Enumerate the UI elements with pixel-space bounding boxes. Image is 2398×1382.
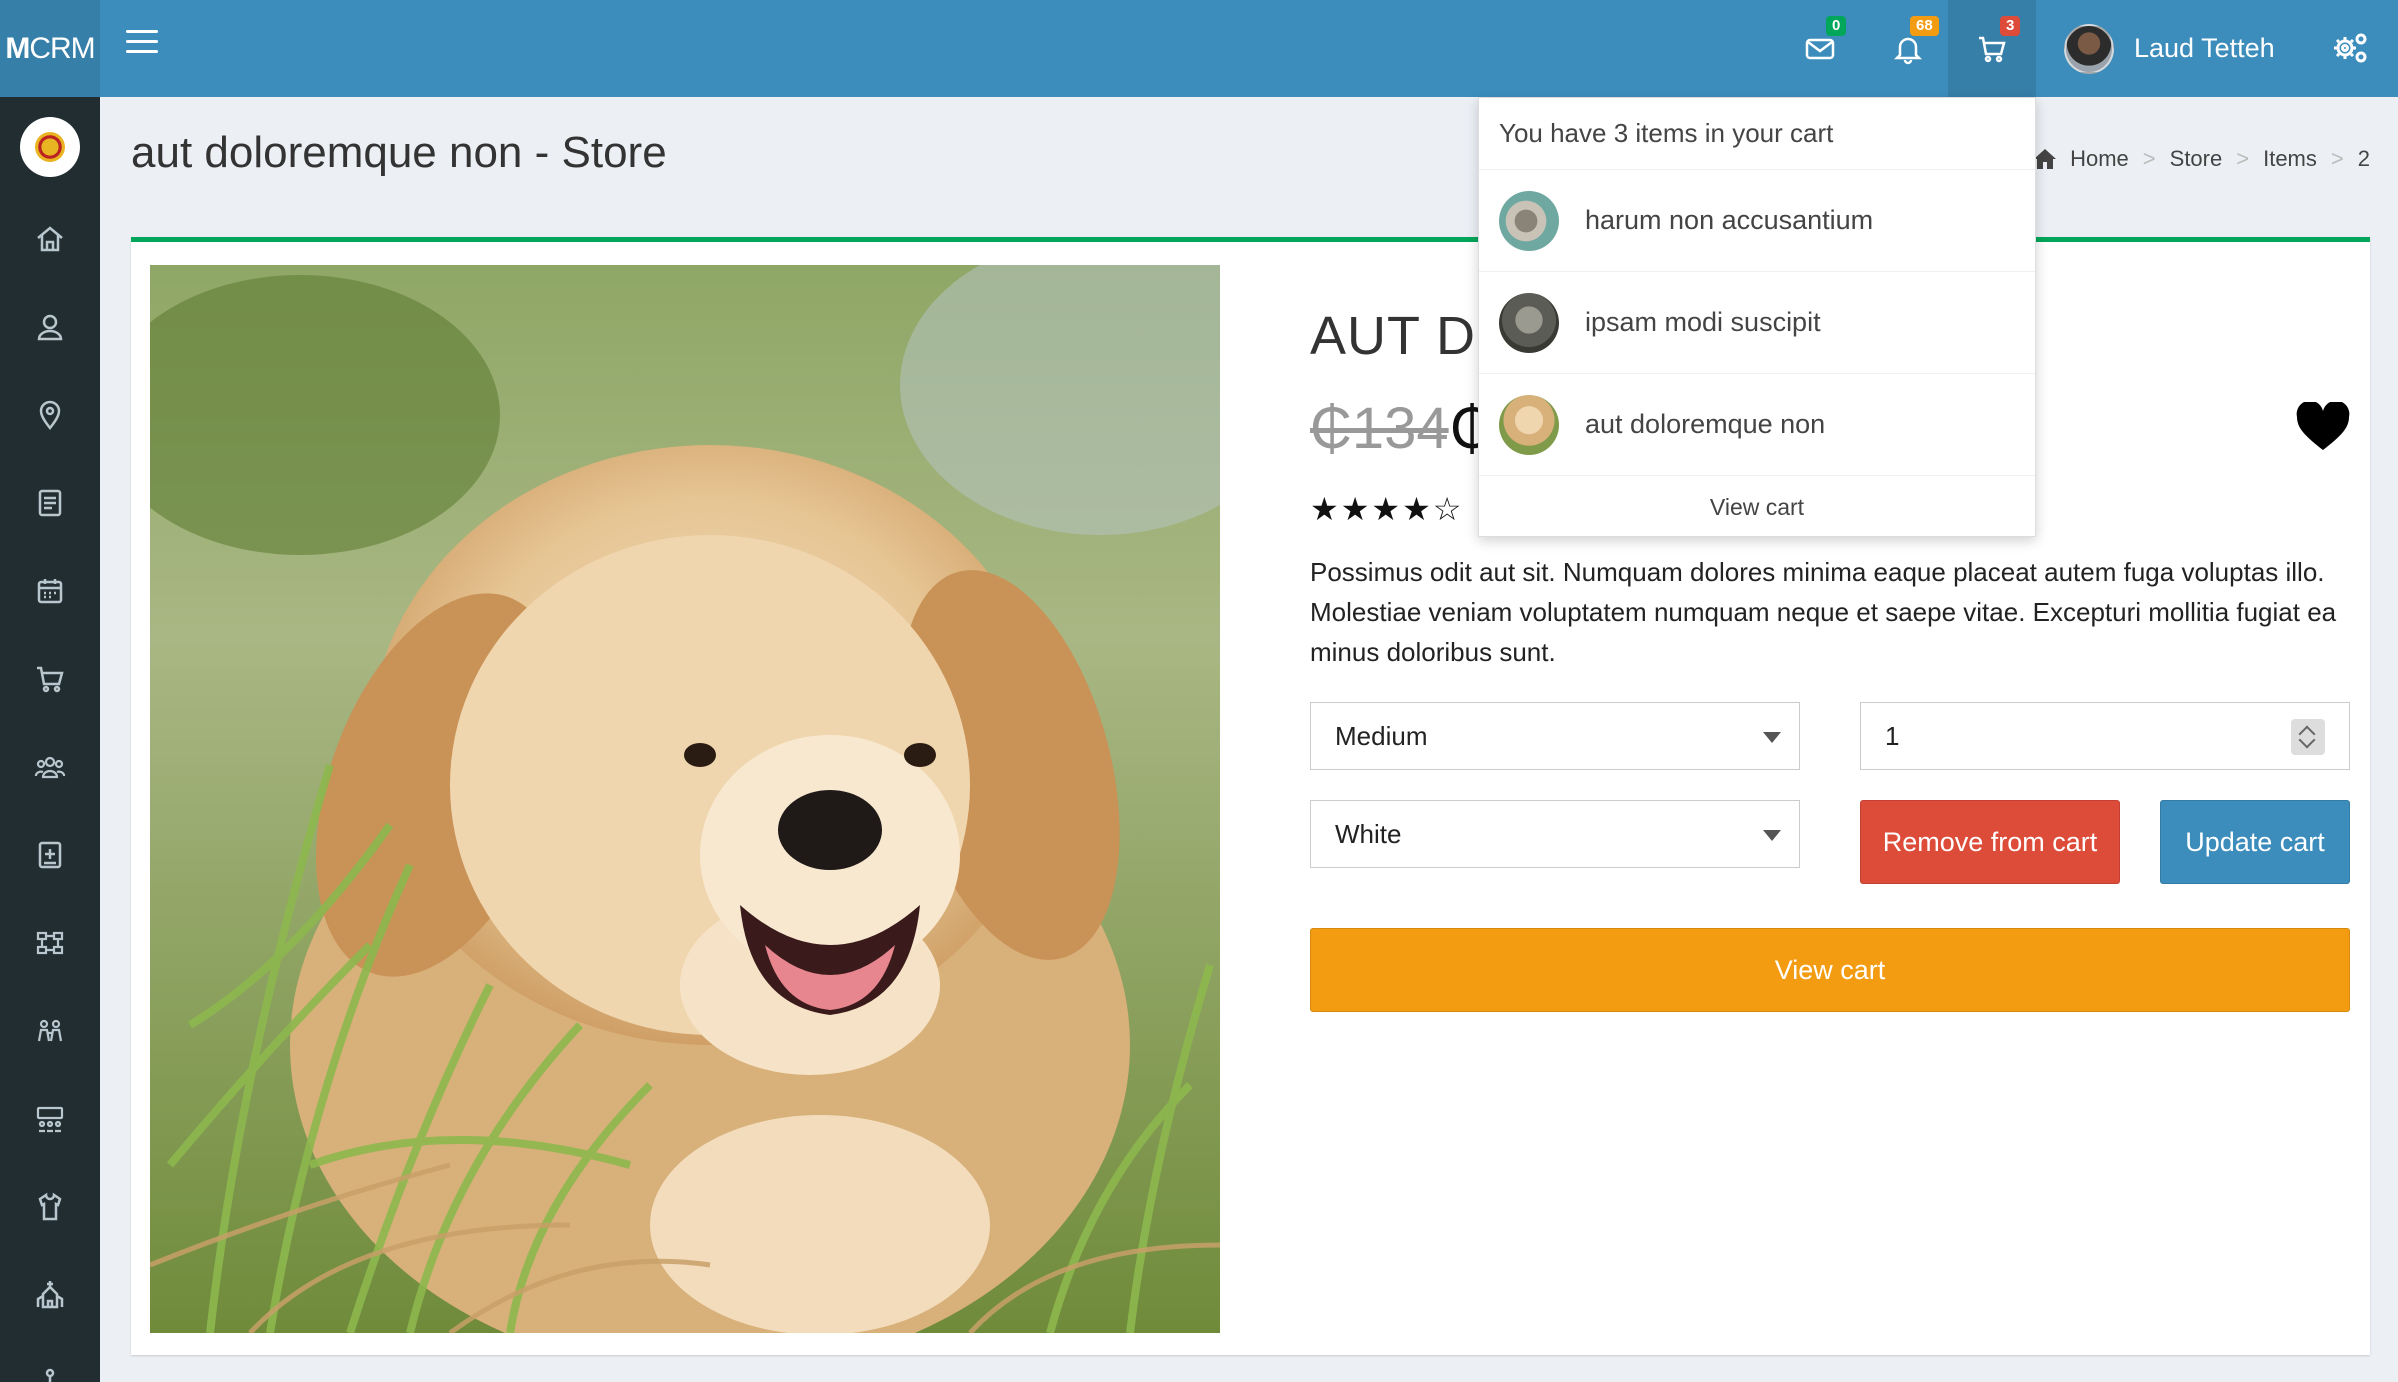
chevron-down-icon: [1763, 830, 1781, 841]
cart-badge: 3: [2000, 16, 2021, 36]
color-select[interactable]: White: [1310, 800, 1800, 868]
product-image: [150, 265, 1220, 1333]
sidebar-item-home[interactable]: [30, 219, 70, 259]
page-title: aut doloremque non - Store: [131, 128, 667, 177]
cart-dropdown-header: You have 3 items in your cart: [1479, 98, 2035, 170]
sidebar-item-calendar[interactable]: [30, 571, 70, 611]
view-cart-button[interactable]: View cart: [1310, 928, 2350, 1012]
sidebar-item-meetings[interactable]: [30, 1099, 70, 1139]
sidebar-item-store[interactable]: [30, 659, 70, 699]
cart-item-name: aut doloremque non: [1585, 409, 1826, 439]
calendar-icon: [37, 579, 63, 604]
messages-badge: 0: [1826, 16, 1847, 36]
color-select-value: White: [1335, 818, 1402, 849]
product-old-price: ₵134: [1310, 396, 1449, 461]
sidebar-item-documents[interactable]: [30, 483, 70, 523]
remove-from-cart-button[interactable]: Remove from cart: [1860, 800, 2120, 884]
bell-icon: [1893, 37, 1923, 64]
cart-icon: [37, 666, 64, 693]
cart-item-thumbnail: [1499, 394, 1559, 455]
cart-item-name: harum non accusantium: [1585, 205, 1874, 235]
logo-bold: M: [5, 31, 30, 65]
product-description: Possimus odit aut sit. Numquam dolores m…: [1310, 557, 2337, 667]
menu-toggle-icon[interactable]: [126, 30, 158, 58]
rating-stars: ★★★★☆: [1310, 491, 1464, 527]
cart-item-name: ipsam modi suscipit: [1585, 307, 1821, 337]
envelope-icon: [1805, 38, 1835, 59]
quantity-stepper-icon[interactable]: [2291, 719, 2325, 755]
sidebar-item-medical[interactable]: [30, 835, 70, 875]
user-icon: [37, 314, 63, 341]
sidebar: [0, 97, 100, 1382]
sidebar-item-wardrobe[interactable]: [30, 1187, 70, 1227]
cart-item[interactable]: aut doloremque non: [1479, 374, 2035, 476]
sidebar-item-locations[interactable]: [30, 395, 70, 435]
breadcrumb-items[interactable]: Items: [2263, 146, 2317, 172]
size-select-value: Medium: [1335, 720, 1428, 751]
cart-icon: [1979, 36, 2006, 62]
messages-button[interactable]: 0: [1776, 0, 1864, 97]
sidebar-item-profile[interactable]: [30, 307, 70, 347]
document-icon: [38, 489, 62, 517]
medical-file-icon: [38, 841, 62, 869]
top-navbar: M CRM 0 68 3 Laud Tetteh: [0, 0, 2398, 97]
church-icon: [36, 1281, 64, 1309]
cart-item-thumbnail: [1499, 190, 1559, 251]
update-cart-button[interactable]: Update cart: [2160, 800, 2350, 884]
avatar: [2064, 23, 2114, 74]
sidebar-item-groups[interactable]: [30, 1011, 70, 1051]
breadcrumb-current: 2: [2357, 146, 2370, 171]
size-select[interactable]: Medium: [1310, 702, 1800, 770]
sidebar-item-members[interactable]: [30, 747, 70, 787]
cart-dropdown-view-cart-link[interactable]: View cart: [1479, 476, 2035, 538]
map-pin-icon: [39, 400, 61, 431]
quantity-input[interactable]: 1: [1860, 702, 2350, 770]
quantity-value: 1: [1885, 720, 1900, 751]
breadcrumb-store[interactable]: Store: [2170, 146, 2223, 172]
people-icon: [37, 1019, 63, 1042]
breadcrumb-home[interactable]: Home: [2070, 146, 2129, 172]
app-logo[interactable]: M CRM: [0, 0, 100, 97]
sidebar-item-more[interactable]: [30, 1363, 70, 1382]
breadcrumb: Home > Store > Items > 2: [2032, 146, 2370, 172]
home-icon: [37, 226, 63, 252]
gears-icon[interactable]: [2330, 28, 2370, 68]
notifications-badge: 68: [1910, 16, 1939, 36]
logo-text: CRM: [29, 31, 95, 65]
cart-dropdown: You have 3 items in your cart harum non …: [1478, 97, 2036, 537]
user-menu[interactable]: Laud Tetteh: [2064, 0, 2275, 97]
user-name: Laud Tetteh: [2134, 33, 2275, 63]
cart-item[interactable]: ipsam modi suscipit: [1479, 272, 2035, 374]
organization-logo[interactable]: [20, 117, 80, 177]
network-icon: [36, 931, 64, 955]
tree-icon: [45, 1368, 55, 1382]
heart-icon[interactable]: [2295, 402, 2351, 452]
sidebar-item-church[interactable]: [30, 1275, 70, 1315]
cart-item[interactable]: harum non accusantium: [1479, 170, 2035, 272]
clothing-icon: [38, 1192, 62, 1221]
users-group-icon: [34, 756, 66, 779]
notifications-button[interactable]: 68: [1864, 0, 1952, 97]
cart-item-thumbnail: [1499, 292, 1559, 353]
sidebar-item-network[interactable]: [30, 923, 70, 963]
cart-button[interactable]: 3: [1948, 0, 2036, 97]
chevron-down-icon: [1763, 732, 1781, 743]
meeting-icon: [36, 1106, 64, 1133]
